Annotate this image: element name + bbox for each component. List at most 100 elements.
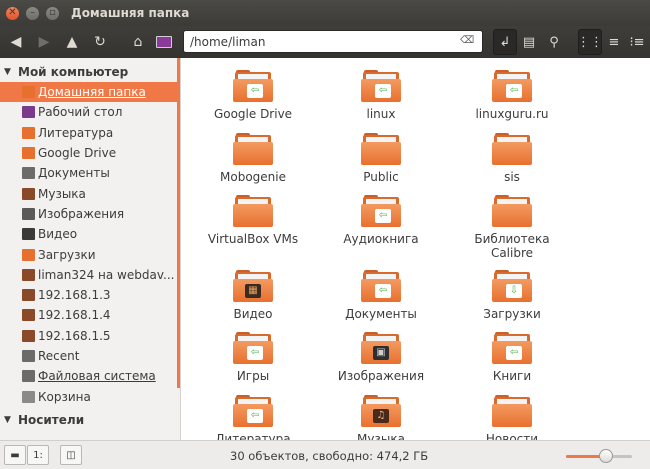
location-path[interactable]: /home/liman bbox=[190, 35, 265, 49]
back-button[interactable]: ◀ bbox=[4, 30, 28, 54]
file-name: Литература bbox=[215, 432, 291, 440]
file-item[interactable]: ⇦ Игры bbox=[193, 332, 313, 383]
desktop-button[interactable] bbox=[152, 30, 176, 54]
sidebar-item[interactable]: Музыка bbox=[0, 183, 180, 203]
reload-button[interactable]: ↻ bbox=[88, 30, 112, 54]
bookmarks-button[interactable]: ▤ bbox=[517, 29, 541, 55]
file-view[interactable]: ⇦ Google Drive ⇦ linux ⇦ linuxguru.ru Mobogeni… bbox=[181, 58, 650, 440]
file-name: Игры bbox=[236, 369, 270, 383]
search-button[interactable]: ⚲ bbox=[542, 29, 566, 55]
toggle-sidebar-button[interactable]: ◫ bbox=[60, 445, 82, 465]
sidebar-item[interactable]: Recent bbox=[0, 346, 180, 366]
sidebar-icon: ◫ bbox=[66, 449, 76, 461]
file-item[interactable]: VirtualBox VMs bbox=[193, 195, 313, 246]
file-item[interactable]: ⇦ Литература bbox=[193, 395, 313, 440]
document-emblem-icon: ⇦ bbox=[375, 284, 391, 298]
sidebar-item-label: Recent bbox=[38, 349, 80, 363]
file-name: linux bbox=[366, 107, 396, 121]
folder-icon: ⇦ bbox=[361, 195, 401, 227]
up-button[interactable]: ▲ bbox=[60, 30, 84, 54]
zoom-handle[interactable] bbox=[598, 449, 613, 463]
file-item[interactable]: ▦ Видео bbox=[193, 270, 313, 321]
video-emblem-icon: ▦ bbox=[245, 284, 261, 298]
folder-icon: ▦ bbox=[233, 270, 273, 302]
list-view-icon: ≡ bbox=[608, 34, 620, 50]
sidebar-item[interactable]: Файловая система bbox=[0, 366, 180, 386]
sidebar-item-label: Файловая система bbox=[38, 369, 156, 384]
sidebar-item[interactable]: 192.168.1.4 bbox=[0, 305, 180, 325]
link-emblem-icon: ⇦ bbox=[506, 84, 522, 98]
show-tree-button[interactable]: 1: bbox=[27, 445, 49, 465]
folder-icon: ⇦ bbox=[233, 332, 273, 364]
sidebar-section-computer[interactable]: ▼ Мой компьютер bbox=[0, 61, 180, 82]
sidebar-item-label: Рабочий стол bbox=[38, 105, 123, 120]
folder-icon: ⇦ bbox=[492, 332, 532, 364]
minimize-icon: – bbox=[30, 7, 35, 18]
file-name: Google Drive bbox=[213, 107, 293, 121]
folder-icon: ⇦ bbox=[361, 270, 401, 302]
sidebar-item-label: Изображения bbox=[38, 206, 125, 221]
expand-triangle-icon[interactable]: ▼ bbox=[4, 415, 18, 425]
sidebar-item[interactable]: Корзина bbox=[0, 386, 180, 406]
file-item[interactable]: Библиотека Calibre bbox=[452, 195, 572, 260]
sidebar-item[interactable]: Домашняя папка bbox=[0, 82, 180, 103]
sidebar-item-label: Загрузки bbox=[38, 247, 96, 262]
minimize-window-button[interactable]: – bbox=[26, 6, 39, 20]
file-name: Аудиокнига bbox=[343, 232, 419, 246]
file-item[interactable]: sis bbox=[452, 133, 572, 184]
sidebar-scrollbar[interactable] bbox=[177, 58, 180, 388]
sidebar-item[interactable]: Документы bbox=[0, 163, 180, 183]
file-name: Документы bbox=[345, 307, 417, 321]
list-view-button[interactable]: ≡ bbox=[602, 29, 626, 55]
sidebar-section-devices[interactable]: ▼ Носители bbox=[0, 410, 180, 431]
compact-view-button[interactable]: ⁝≡ bbox=[625, 29, 649, 55]
sidebar-item-label: Видео bbox=[38, 227, 78, 242]
sidebar-item[interactable]: Литература bbox=[0, 123, 180, 143]
sidebar-item[interactable]: Рабочий стол bbox=[0, 102, 180, 122]
location-bar[interactable]: /home/liman ⌫ bbox=[183, 30, 483, 53]
sidebar-item-label: Документы bbox=[38, 166, 110, 181]
folder-icon: ♫ bbox=[361, 395, 401, 427]
maximize-window-button[interactable]: ▫ bbox=[46, 6, 59, 20]
sidebar-item[interactable]: Google Drive bbox=[0, 143, 180, 163]
sidebar-item[interactable]: 192.168.1.5 bbox=[0, 326, 180, 346]
maximize-icon: ▫ bbox=[49, 7, 56, 18]
file-item[interactable]: ⇦ Книги bbox=[452, 332, 572, 383]
file-item[interactable]: ⇦ Документы bbox=[321, 270, 441, 321]
home-button[interactable]: ⌂ bbox=[126, 30, 150, 54]
file-item[interactable]: ⇦ Google Drive bbox=[193, 70, 313, 121]
sidebar-item[interactable]: liman324 на webdav... bbox=[0, 265, 180, 285]
file-item[interactable]: Новости bbox=[452, 395, 572, 440]
file-item[interactable]: ▣ Изображения bbox=[321, 332, 441, 383]
sidebar-item[interactable]: 192.168.1.3 bbox=[0, 285, 180, 305]
status-bar: ▬ 1: ◫ 30 объектов, свободно: 474,2 ГБ bbox=[0, 440, 650, 469]
folder-icon bbox=[492, 395, 532, 427]
file-item[interactable]: Mobogenie bbox=[193, 133, 313, 184]
terminal-button[interactable]: ↲ bbox=[493, 29, 517, 55]
download-emblem-icon: ⇩ bbox=[506, 284, 522, 298]
folder-icon bbox=[22, 126, 35, 139]
close-window-button[interactable]: ✕ bbox=[6, 6, 19, 20]
file-item[interactable]: ♫ Музыка bbox=[321, 395, 441, 440]
grid-view-icon: ⋮⋮ bbox=[577, 34, 603, 50]
file-item[interactable]: ⇩ Загрузки bbox=[452, 270, 572, 321]
folder-icon: ⇦ bbox=[361, 70, 401, 102]
show-places-button[interactable]: ▬ bbox=[4, 445, 26, 465]
sidebar-item[interactable]: Загрузки bbox=[0, 244, 180, 264]
sidebar-section-title: Носители bbox=[18, 413, 85, 428]
expand-triangle-icon[interactable]: ▼ bbox=[4, 67, 18, 77]
file-item[interactable]: ⇦ Аудиокнига bbox=[321, 195, 441, 246]
file-item[interactable]: Public bbox=[321, 133, 441, 184]
grid-view-button[interactable]: ⋮⋮ bbox=[577, 29, 603, 55]
sidebar-item[interactable]: Изображения bbox=[0, 204, 180, 224]
network-drive-icon bbox=[22, 329, 35, 342]
clear-location-icon[interactable]: ⌫ bbox=[460, 35, 474, 47]
file-item[interactable]: ⇦ linux bbox=[321, 70, 441, 121]
window-title: Домашняя папка bbox=[71, 6, 190, 20]
folder-icon: ▣ bbox=[361, 332, 401, 364]
forward-button[interactable]: ▶ bbox=[32, 30, 56, 54]
network-drive-icon bbox=[22, 289, 35, 302]
file-name: Музыка bbox=[357, 432, 405, 440]
file-item[interactable]: ⇦ linuxguru.ru bbox=[452, 70, 572, 121]
sidebar-item[interactable]: Видео bbox=[0, 224, 180, 244]
